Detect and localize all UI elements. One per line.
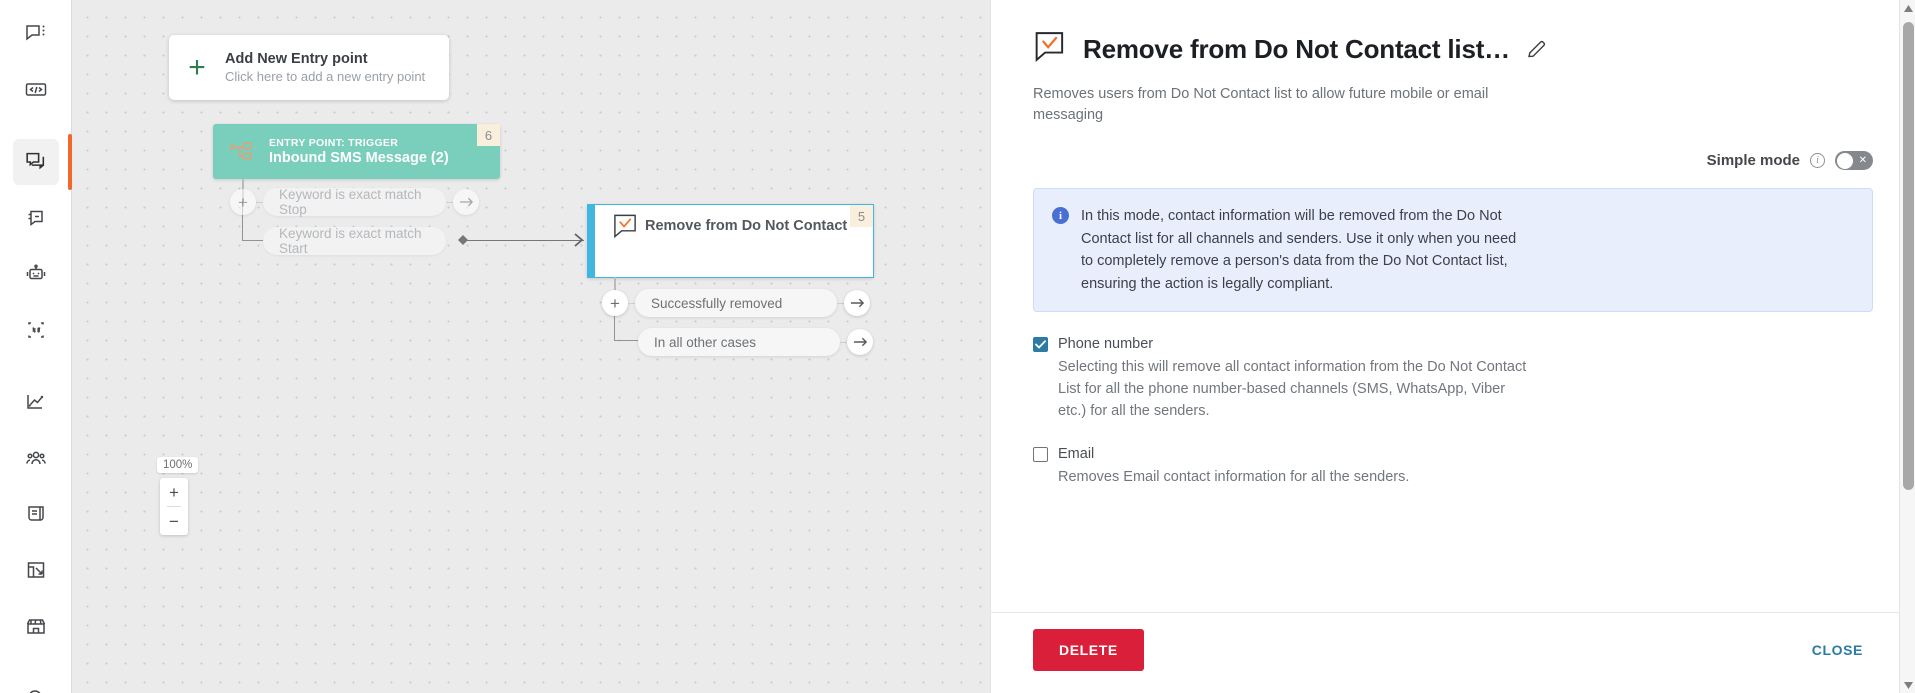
scroll-down-arrow[interactable] — [1900, 677, 1915, 693]
toggle-knob — [1837, 152, 1853, 169]
delete-button[interactable]: DELETE — [1033, 629, 1144, 671]
trigger-node[interactable]: ENTRY POINT: TRIGGER Inbound SMS Message… — [213, 124, 500, 179]
add-entry-point-card[interactable]: + Add New Entry point Click here to add … — [169, 35, 449, 100]
branch-goto-button[interactable] — [453, 189, 479, 215]
search-icon[interactable] — [13, 675, 59, 693]
code-box-icon[interactable] — [13, 67, 59, 113]
flows-icon[interactable] — [12, 134, 72, 190]
storefront-icon[interactable] — [13, 603, 59, 649]
branch-dash — [256, 201, 263, 203]
email-checkbox[interactable] — [1033, 446, 1048, 462]
panel-header-icon — [1033, 30, 1067, 68]
simple-mode-label: Simple mode — [1706, 152, 1800, 170]
flow-canvas[interactable]: + Add New Entry point Click here to add … — [72, 0, 990, 693]
add-entry-point-subtitle: Click here to add a new entry point — [225, 69, 426, 84]
zoom-in-button[interactable]: + — [160, 478, 188, 506]
scroll-up-arrow[interactable] — [1900, 0, 1915, 16]
rail-group-bottom — [0, 664, 71, 693]
action-node-remove-dnc[interactable]: Remove from Do Not Contact lis… 5 — [587, 204, 874, 278]
left-icon-rail — [0, 0, 72, 693]
branch-goto-button[interactable] — [844, 290, 870, 316]
simple-mode-toggle[interactable]: ✕ — [1835, 151, 1873, 171]
option-phone-number-row[interactable]: Phone number — [1033, 336, 1873, 352]
email-label: Email — [1058, 446, 1095, 463]
pages-icon[interactable] — [13, 547, 59, 593]
branch-row-all-other-cases[interactable]: In all other cases — [638, 327, 873, 357]
app-root: + Add New Entry point Click here to add … — [0, 0, 1915, 693]
branch-dash-2 — [840, 341, 847, 343]
remove-dnc-icon — [605, 213, 645, 239]
option-email: Email Removes Email contact information … — [1033, 446, 1873, 489]
chat-menu-icon[interactable] — [13, 11, 59, 57]
phone-number-label: Phone number — [1058, 336, 1154, 353]
branch-dash — [628, 302, 635, 304]
trigger-title: Inbound SMS Message (2) — [269, 150, 449, 166]
toggle-off-glyph: ✕ — [1858, 154, 1867, 166]
panel-footer: DELETE CLOSE — [991, 612, 1915, 693]
email-description: Removes Email contact information for al… — [1058, 469, 1410, 486]
phone-number-checkbox[interactable] — [1033, 336, 1048, 352]
keywords-icon[interactable] — [13, 307, 59, 353]
action-node-title: Remove from Do Not Contact lis… — [645, 218, 850, 234]
option-email-row[interactable]: Email — [1033, 446, 1873, 462]
trigger-kicker: ENTRY POINT: TRIGGER — [269, 137, 399, 149]
panel-scrollbar[interactable] — [1899, 0, 1915, 693]
trigger-flow-icon — [213, 140, 269, 164]
branch-label-pill[interactable]: Successfully removed — [635, 289, 837, 317]
info-icon[interactable]: i — [1810, 153, 1825, 169]
action-node-header: Remove from Do Not Contact lis… — [595, 205, 873, 247]
templates-icon[interactable] — [13, 195, 59, 241]
rail-group-mid — [0, 128, 72, 364]
action-node-badge: 5 — [850, 205, 873, 227]
edit-pencil-icon[interactable] — [1526, 38, 1548, 60]
branch-row-keyword-start[interactable]: Keyword is exact match Start — [263, 226, 446, 256]
info-note-box: i In this mode, contact information will… — [1033, 188, 1873, 313]
trigger-badge: 6 — [477, 124, 500, 146]
branch-add-button[interactable]: + — [602, 290, 628, 316]
branch-dash-2 — [837, 302, 844, 304]
rail-group-top — [0, 0, 71, 124]
info-circle-icon: i — [1052, 207, 1069, 225]
branch-dash-2 — [446, 201, 453, 203]
plus-icon: + — [188, 50, 206, 84]
action-settings-panel: Remove from Do Not Contact list… Removes… — [990, 0, 1915, 693]
info-note-text: In this mode, contact information will b… — [1081, 208, 1517, 292]
zoom-level-label: 100% — [157, 457, 199, 473]
scrollbar-thumb[interactable] — [1903, 22, 1914, 490]
branch-add-button[interactable]: + — [230, 189, 256, 215]
phone-number-description: Selecting this will remove all contact i… — [1058, 359, 1527, 419]
branch-row-successfully-removed[interactable]: + Successfully removed — [602, 288, 870, 318]
rail-group-analytics — [0, 368, 71, 660]
simple-mode-row: Simple mode i ✕ — [1033, 151, 1873, 171]
branch-arrowhead — [574, 233, 584, 247]
panel-body: Remove from Do Not Contact list… Removes… — [991, 0, 1915, 612]
branch-goto-button[interactable] — [847, 329, 873, 355]
branch-row-keyword-stop[interactable]: + Keyword is exact match Stop — [230, 187, 479, 217]
panel-header: Remove from Do Not Contact list… — [1033, 30, 1873, 68]
zoom-out-button[interactable]: − — [160, 507, 188, 535]
page-title: Remove from Do Not Contact list… — [1083, 33, 1510, 64]
option-phone-number: Phone number Selecting this will remove … — [1033, 336, 1873, 422]
add-entry-point-title: Add New Entry point — [225, 51, 368, 67]
branch-source-diamond — [458, 235, 468, 245]
branch-label-pill[interactable]: Keyword is exact match Stop — [263, 187, 446, 217]
branch-label-pill[interactable]: In all other cases — [638, 328, 840, 356]
branch-to-action-line — [462, 239, 584, 242]
content-icon[interactable] — [13, 491, 59, 537]
audience-icon[interactable] — [13, 435, 59, 481]
zoom-controls: + − — [160, 478, 188, 535]
add-entry-point-text: Add New Entry point Click here to add a … — [225, 51, 425, 84]
panel-description: Removes users from Do Not Contact list t… — [1033, 86, 1489, 123]
bot-icon[interactable] — [13, 251, 59, 297]
trigger-node-text: ENTRY POINT: TRIGGER Inbound SMS Message… — [269, 137, 449, 166]
branch-label-pill[interactable]: Keyword is exact match Start — [263, 226, 446, 256]
close-button[interactable]: CLOSE — [1802, 629, 1873, 671]
analytics-icon[interactable] — [13, 379, 59, 425]
